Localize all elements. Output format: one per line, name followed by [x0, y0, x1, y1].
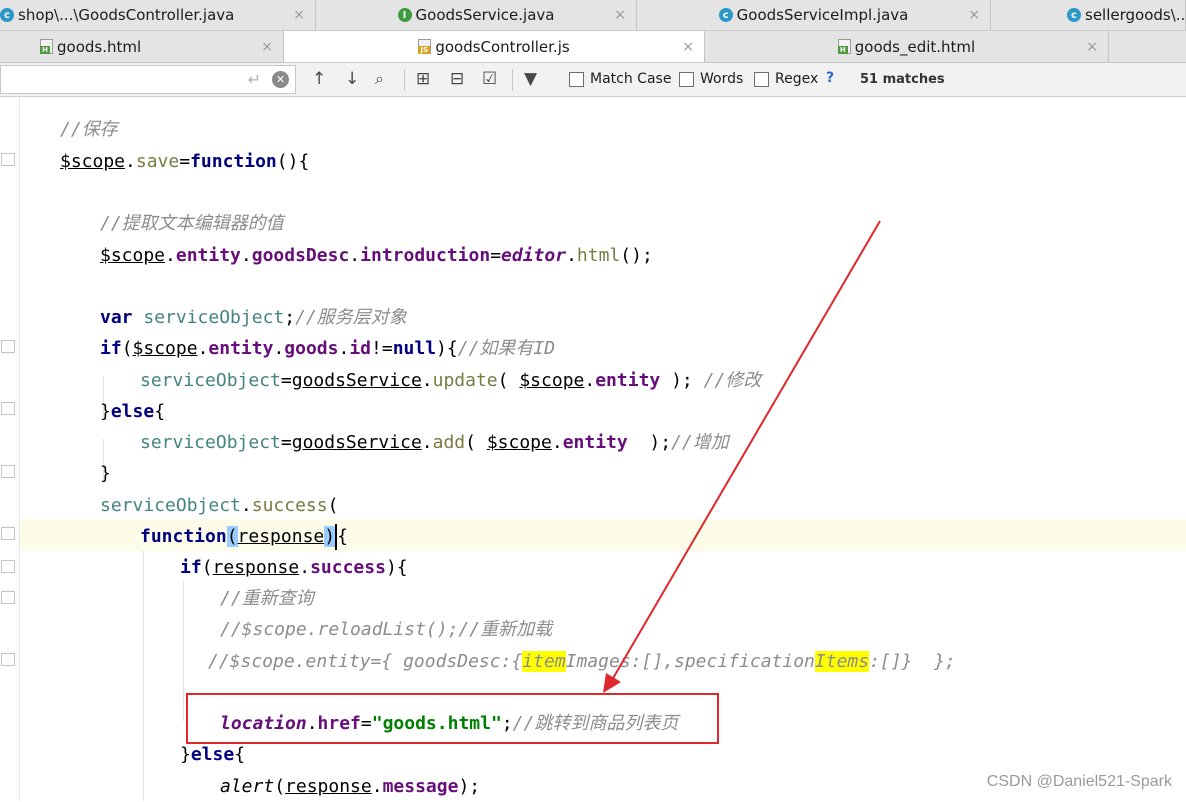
js-file-icon: JS [418, 39, 432, 54]
close-icon[interactable]: × [968, 7, 980, 23]
words-label: Words [700, 71, 744, 87]
match-case-checkbox[interactable]: Match Case [569, 71, 671, 87]
close-icon[interactable]: × [614, 7, 626, 23]
tab-goods-html[interactable]: H goods.html × [0, 31, 284, 62]
tab-goods-controller-js[interactable]: JS goodsController.js × [284, 31, 705, 62]
select-all-matches-icon[interactable]: ☑ [482, 69, 497, 89]
editor-tabs-row-1: c shop\...\GoodsController.java × I Good… [0, 0, 1186, 31]
close-icon[interactable]: × [261, 39, 273, 55]
toolbar-separator [404, 69, 405, 91]
words-checkbox[interactable]: Words [679, 71, 743, 87]
tab-label: goodsController.js [435, 37, 570, 56]
code-editor[interactable]: //保存 $scope.save=function(){ //提取文本编辑器的值… [0, 97, 1186, 801]
tab-label: goods.html [57, 37, 142, 56]
annotation-arrow-line [611, 220, 881, 681]
next-occurrence-icon[interactable]: ↓ [345, 69, 359, 89]
regex-checkbox[interactable]: Regex [754, 71, 818, 87]
java-class-icon: c [0, 8, 14, 22]
close-icon[interactable]: × [682, 39, 694, 55]
remove-selection-icon[interactable]: ⊟ [450, 69, 464, 89]
clear-search-icon[interactable]: ✕ [272, 71, 289, 88]
regex-help-icon[interactable]: ? [826, 70, 834, 86]
checkbox-box[interactable] [679, 71, 694, 87]
filter-icon[interactable]: ▼ [524, 69, 537, 89]
select-all-occurrences-icon[interactable]: ⌕ [375, 69, 384, 89]
java-class-icon: c [1067, 8, 1081, 22]
enter-icon: ↵ [247, 70, 261, 89]
previous-occurrence-icon[interactable]: ↑ [312, 69, 326, 89]
search-input[interactable]: ↵ ✕ [0, 65, 296, 94]
html-file-icon: H [40, 39, 53, 54]
java-interface-icon: I [397, 8, 412, 22]
tab-label: goods_edit.html [854, 37, 976, 56]
add-selection-icon[interactable]: ⊞ [416, 69, 430, 89]
checkbox-box[interactable] [754, 71, 769, 87]
checkbox-box[interactable] [569, 71, 584, 87]
tab-label: GoodsServiceImpl.java [736, 6, 909, 24]
html-file-icon: H [837, 39, 851, 54]
close-icon[interactable]: × [1086, 39, 1098, 55]
tab-goods-controller-java[interactable]: c shop\...\GoodsController.java × [0, 0, 316, 30]
editor-tabs-row-2: H goods.html × JS goodsController.js × H… [0, 31, 1186, 63]
tab-goods-edit-html[interactable]: H goods_edit.html × [705, 31, 1109, 62]
tab-sellergoods[interactable]: c sellergoods\... [991, 0, 1186, 30]
annotation-arrow [603, 220, 881, 693]
watermark: CSDN @Daniel521-Spark [986, 773, 1172, 790]
tab-label: sellergoods\... [1085, 6, 1186, 24]
match-case-label: Match Case [590, 71, 672, 87]
tab-goods-service-java[interactable]: I GoodsService.java × [316, 0, 637, 30]
match-count: 51 matches [860, 72, 945, 87]
tab-goods-service-impl-java[interactable]: c GoodsServiceImpl.java × [637, 0, 991, 30]
regex-label: Regex [775, 71, 819, 87]
tab-empty-space [1109, 31, 1186, 62]
annotation-arrow-head [603, 673, 621, 693]
toolbar-separator [512, 69, 513, 91]
tab-label: GoodsService.java [415, 6, 555, 24]
tab-label: shop\...\GoodsController.java [18, 6, 235, 24]
java-class-icon: c [718, 8, 733, 22]
close-icon[interactable]: × [293, 7, 305, 23]
find-bar: ↵ ✕ ↑ ↓ ⌕ ⊞ ⊟ ☑ ▼ Match Case Words Regex… [0, 63, 1186, 97]
